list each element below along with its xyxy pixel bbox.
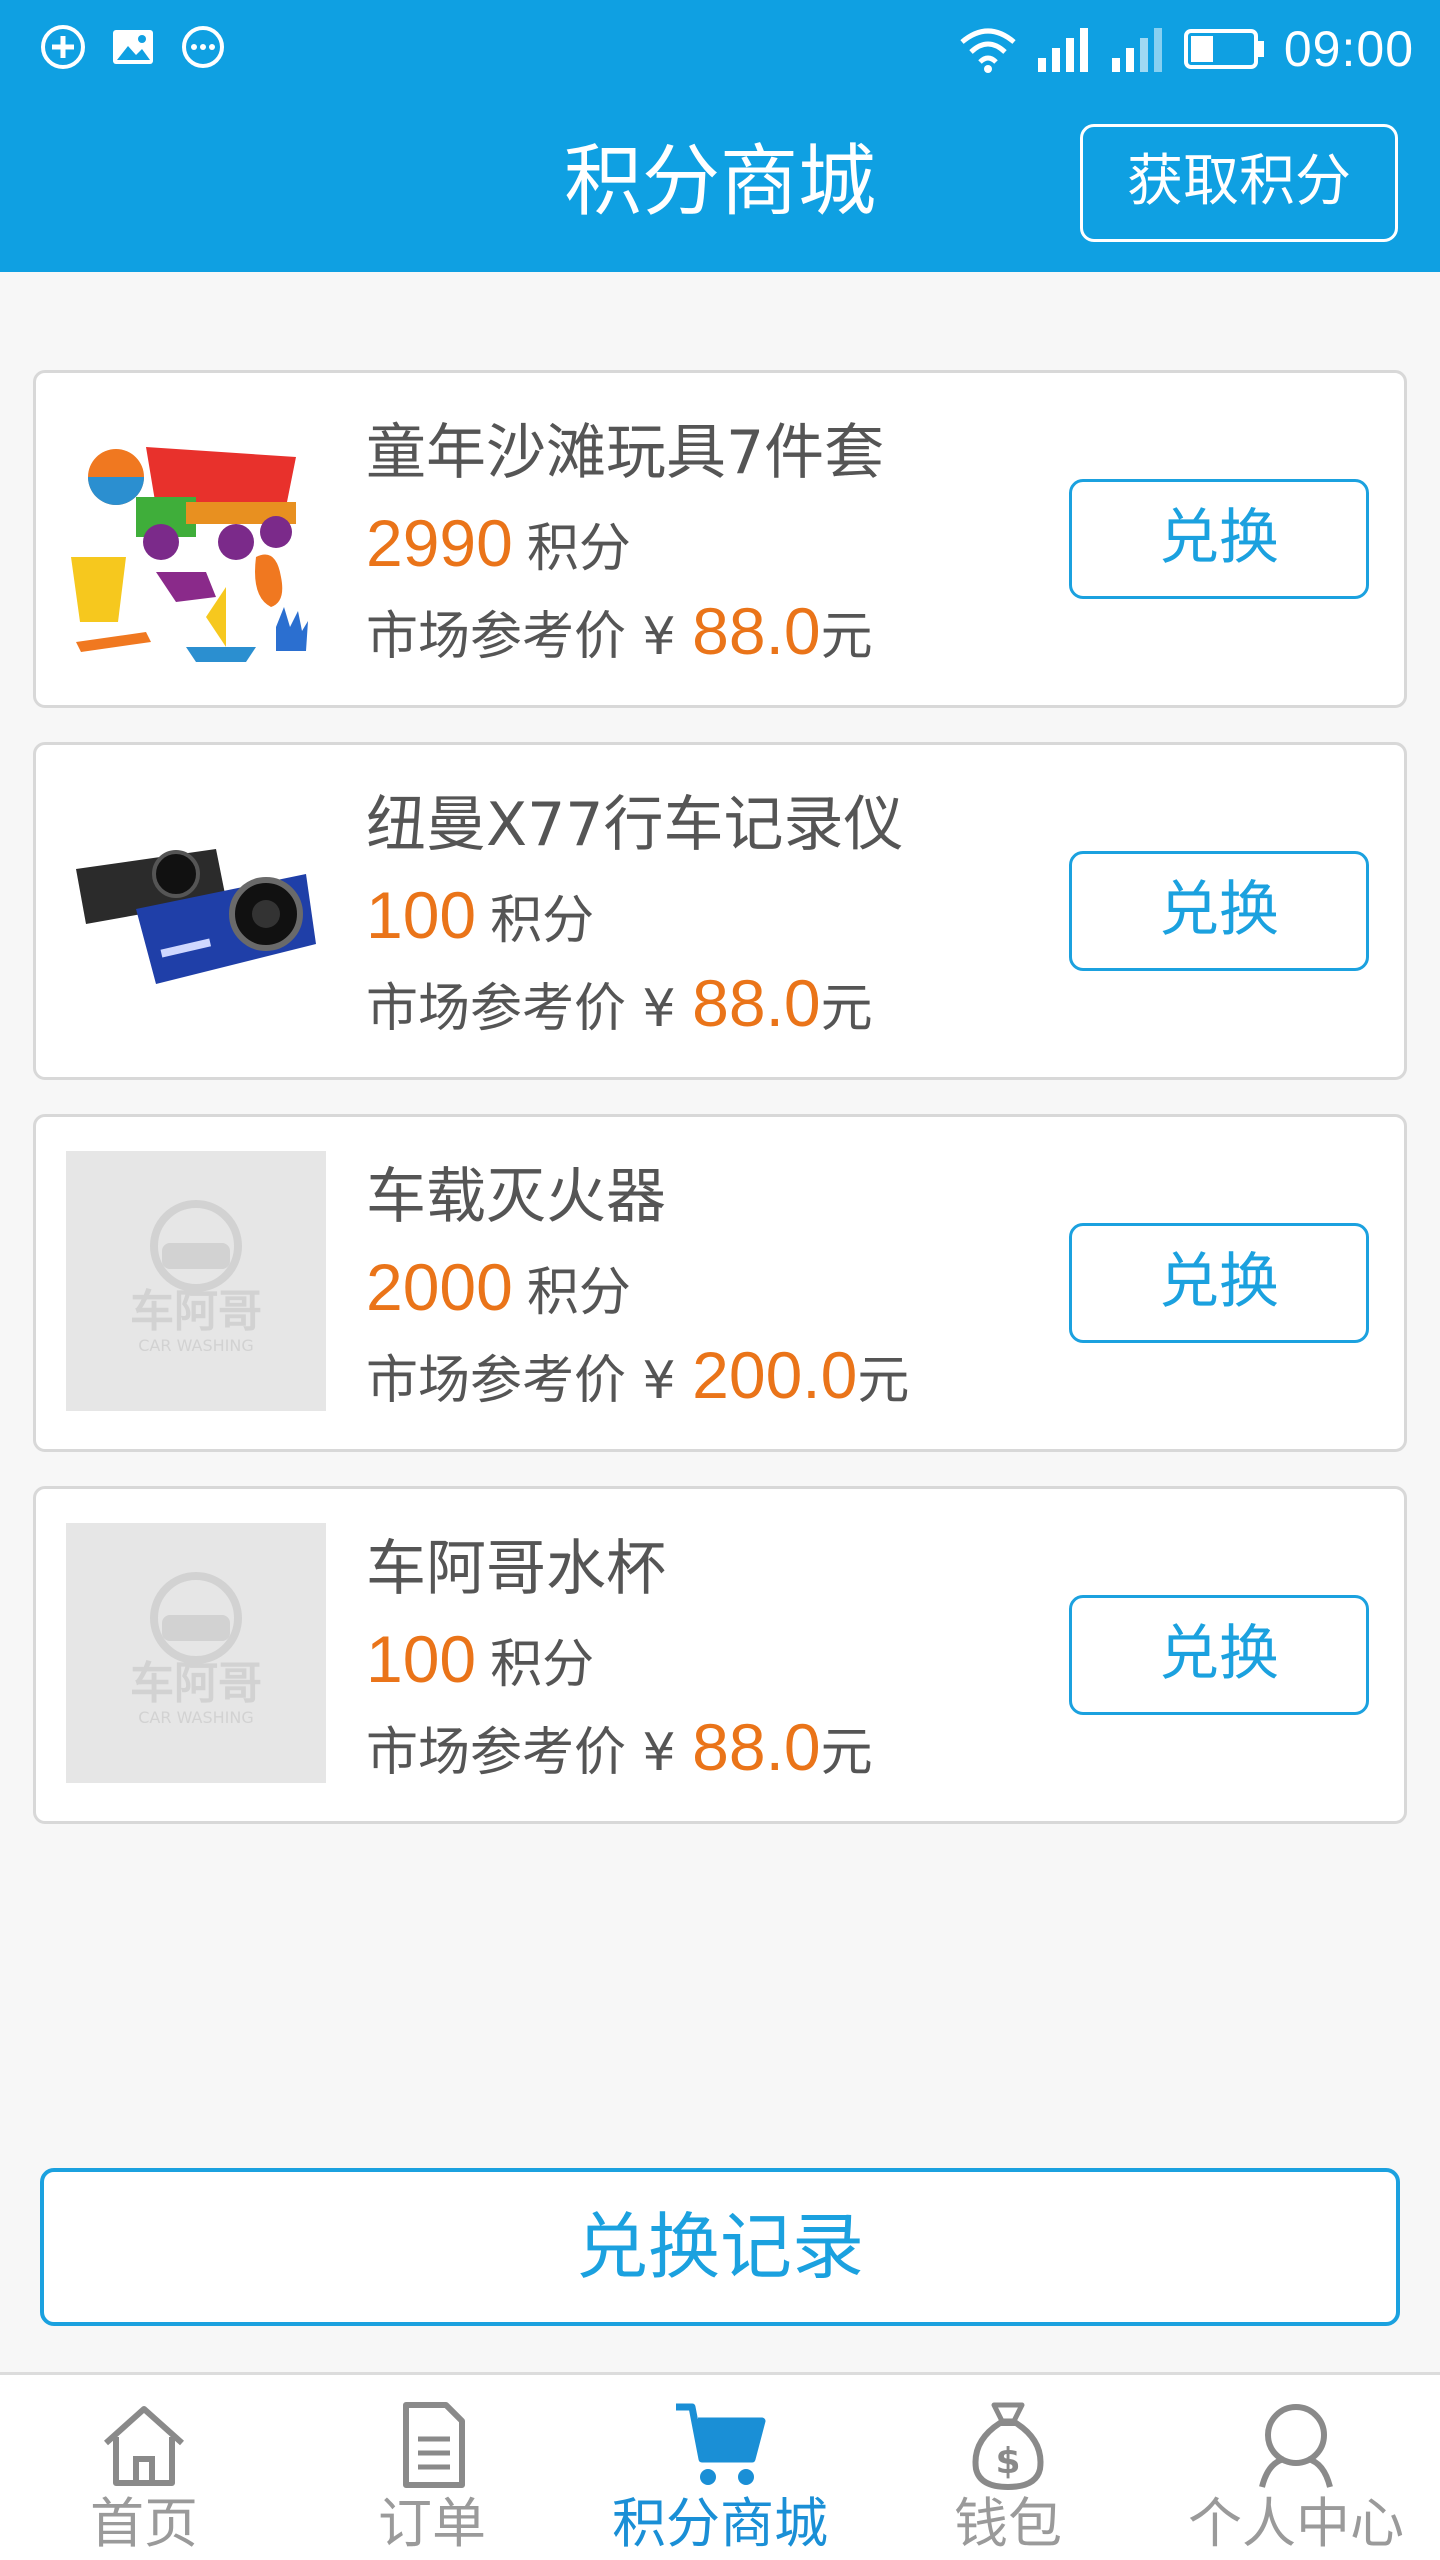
product-card: 童年沙滩玩具7件套 2990 积分 市场参考价 ¥ 88.0元 兑换 [33,370,1407,708]
placeholder-logo-image: 车阿哥 CAR WASHING [66,1523,326,1783]
product-price-row: 市场参考价 ¥ 88.0元 [366,963,873,1061]
get-points-button[interactable]: 获取积分 [1080,124,1398,242]
nav-label: 积分商城 [612,2492,828,2555]
redeem-button[interactable]: 兑换 [1069,1595,1369,1715]
price-label: 市场参考价 ¥ [366,1351,693,1411]
points-unit: 积分 [526,519,631,579]
nav-item-orders[interactable]: 订单 [288,2375,576,2560]
nav-item-points-mall[interactable]: 积分商城 [576,2375,864,2560]
nav-item-home[interactable]: 首页 [0,2375,288,2560]
product-name: 车载灭火器 [366,1162,666,1232]
product-card: 纽曼X77行车记录仪 100 积分 市场参考价 ¥ 88.0元 兑换 [33,742,1407,1080]
nav-label: 个人中心 [1188,2492,1404,2555]
document-icon [403,2402,465,2488]
signal-icon [1037,28,1088,72]
battery-icon [1183,29,1264,69]
product-name: 童年沙滩玩具7件套 [366,418,885,488]
product-points: 2000 [366,1250,513,1324]
image-icon [113,30,153,64]
points-unit: 积分 [490,891,595,951]
status-right: 09:00 [958,20,1414,78]
nav-item-wallet[interactable]: $ 钱包 [864,2375,1152,2560]
price-label: 市场参考价 ¥ [366,1723,693,1783]
signal-icon [1111,28,1162,72]
placeholder-logo-image: 车阿哥 CAR WASHING [66,1151,326,1411]
product-points: 2990 [366,506,513,580]
nav-label: 钱包 [954,2492,1062,2555]
product-card: 车阿哥 CAR WASHING 车载灭火器 2000 积分 市场参考价 ¥ 200… [33,1114,1407,1452]
product-price-row: 市场参考价 ¥ 88.0元 [366,591,873,689]
sync-icon [41,25,85,69]
product-points-row: 100 积分 [366,1619,594,1717]
logo-subtext: CAR WASHING [138,1336,253,1355]
redeem-button[interactable]: 兑换 [1069,479,1369,599]
product-price: 200.0 [692,1338,858,1412]
status-bar: 09:00 [0,0,1440,100]
price-unit: 元 [857,1351,910,1411]
product-name: 车阿哥水杯 [366,1534,666,1604]
redeem-records-button[interactable]: 兑换记录 [40,2168,1400,2326]
beach-toys-image [71,447,308,662]
money-bag-icon: $ [972,2402,1044,2491]
product-price: 88.0 [692,966,821,1040]
price-unit: 元 [820,979,873,1039]
product-price: 88.0 [692,594,821,668]
logo-subtext: CAR WASHING [138,1708,253,1727]
product-points: 100 [366,878,477,952]
product-price-row: 市场参考价 ¥ 200.0元 [366,1335,909,1433]
price-label: 市场参考价 ¥ [366,979,693,1039]
logo-text: 车阿哥 [130,1658,262,1709]
price-unit: 元 [820,1723,873,1783]
dash-cam-image [76,849,316,984]
logo-text: 车阿哥 [130,1286,262,1337]
status-time: 09:00 [1283,21,1414,77]
cart-icon [676,2403,766,2485]
svg-text:$: $ [995,2441,1020,2482]
product-card: 车阿哥 CAR WASHING 车阿哥水杯 100 积分 市场参考价 ¥ 88.0… [33,1486,1407,1824]
wifi-icon [960,28,1016,73]
points-unit: 积分 [490,1635,595,1695]
product-points-row: 2990 积分 [366,503,631,601]
price-label: 市场参考价 ¥ [366,607,693,667]
product-name: 纽曼X77行车记录仪 [366,790,904,860]
product-price: 88.0 [692,1710,821,1784]
product-points: 100 [366,1622,477,1696]
person-icon [1259,2404,1333,2488]
redeem-button[interactable]: 兑换 [1069,1223,1369,1343]
status-left-icons [40,24,226,70]
price-unit: 元 [820,607,873,667]
home-icon [103,2406,185,2486]
product-points-row: 2000 积分 [366,1247,631,1345]
nav-label: 订单 [378,2492,486,2555]
app-header: 09:00 积分商城 获取积分 [0,0,1440,272]
product-price-row: 市场参考价 ¥ 88.0元 [366,1707,873,1805]
nav-label: 首页 [90,2492,198,2555]
product-points-row: 100 积分 [366,875,594,973]
redeem-button[interactable]: 兑换 [1069,851,1369,971]
points-unit: 积分 [526,1263,631,1323]
more-icon [182,26,224,68]
bottom-nav: 首页 订单 积分商城 $ 钱包 个人中心 [0,2372,1440,2560]
nav-item-profile[interactable]: 个人中心 [1152,2375,1440,2560]
